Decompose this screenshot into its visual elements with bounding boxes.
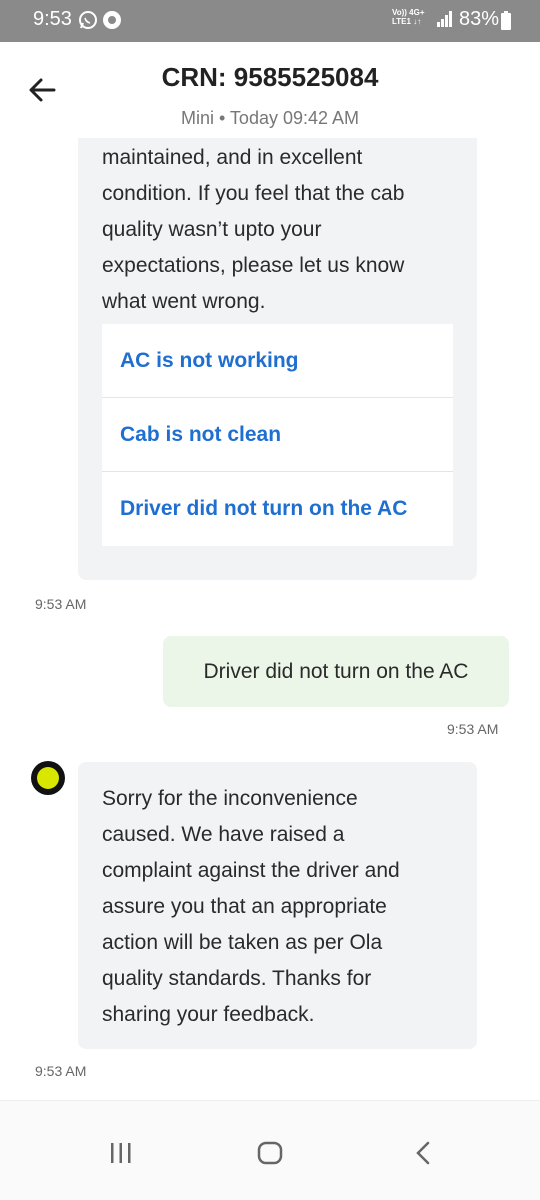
- ola-notification-icon: [103, 11, 121, 29]
- ride-info: Mini • Today 09:42 AM: [180, 108, 360, 128]
- status-bar: 9:53 Vo)) 4G+ LTE1 ↓↑ 83%: [0, 0, 540, 42]
- recent-apps-icon[interactable]: [108, 1141, 134, 1165]
- option-cab-not-clean[interactable]: Cab is not clean: [102, 398, 453, 472]
- home-icon[interactable]: [257, 1141, 283, 1165]
- bot-message-bubble: maintained, and in excellent condition. …: [78, 138, 477, 580]
- battery-percent: 83%: [459, 8, 500, 30]
- chat-header: CRN: 9585525084 Mini • Today 09:42 AM: [0, 42, 540, 138]
- battery-icon: [501, 11, 511, 30]
- message-timestamp: 9:53 AM: [447, 721, 499, 737]
- crn-title: CRN: 9585525084: [161, 62, 379, 92]
- bot-message-text: maintained, and in excellent condition. …: [102, 146, 405, 313]
- user-message-bubble: Driver did not turn on the AC: [163, 636, 509, 707]
- network-indicator: Vo)) 4G+ LTE1 ↓↑: [392, 8, 425, 26]
- signal-icon: [437, 11, 452, 27]
- status-time: 9:53: [33, 8, 72, 30]
- whatsapp-icon: [79, 11, 97, 29]
- message-timestamp: 9:53 AM: [35, 1063, 87, 1079]
- option-driver-ac-off[interactable]: Driver did not turn on the AC: [102, 472, 453, 546]
- feedback-options: AC is not working Cab is not clean Drive…: [102, 324, 453, 546]
- system-nav-bar: [0, 1100, 540, 1200]
- chat-area[interactable]: maintained, and in excellent condition. …: [0, 138, 540, 1100]
- bot-message-text: Sorry for the inconvenience caused. We h…: [102, 787, 400, 1026]
- message-timestamp: 9:53 AM: [35, 596, 87, 612]
- ola-avatar-icon: [31, 761, 65, 795]
- user-message-text: Driver did not turn on the AC: [203, 659, 469, 683]
- back-nav-icon[interactable]: [412, 1141, 436, 1165]
- option-ac-not-working[interactable]: AC is not working: [102, 324, 453, 398]
- bot-message-bubble: Sorry for the inconvenience caused. We h…: [78, 762, 477, 1049]
